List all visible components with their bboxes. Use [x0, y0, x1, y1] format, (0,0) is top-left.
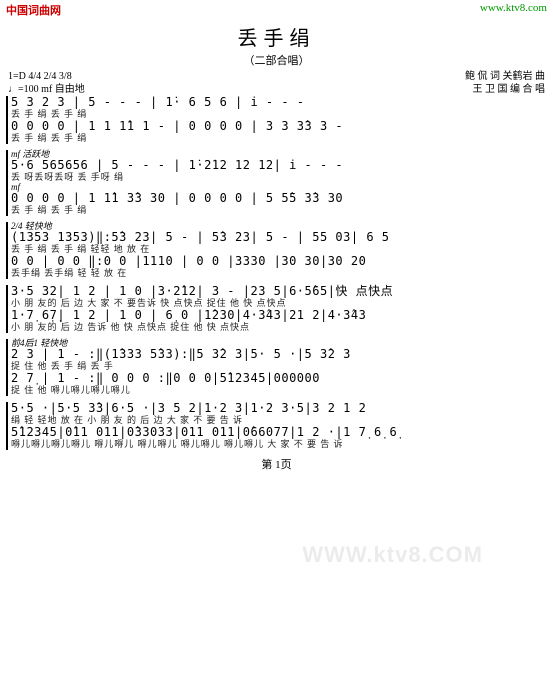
- meta-row: 1=D 4/4 2/4 3/8 ♩=100 mf 自由地 鲍 侃 词 关鹤岩 曲…: [0, 70, 553, 96]
- voice1-notes: (1353 1353)‖:5̂3 23| 5 - | 5̂3 23| 5 - |…: [11, 231, 547, 244]
- system-6: 5·5 ·|5·5 3̂3|6·5 ·|3 5 2|1·2 3|1·2 3·5|…: [6, 402, 547, 450]
- voice1-lyrics: 丢 呀丢呀丢呀 丢 手呀 绢: [11, 172, 547, 183]
- system-3: 2/4 轻快地 (1353 1353)‖:5̂3 23| 5 - | 5̂3 2…: [6, 222, 547, 279]
- meta-left: 1=D 4/4 2/4 3/8 ♩=100 mf 自由地: [8, 70, 85, 96]
- site-left: 中国词曲网: [6, 2, 61, 18]
- song-title: 丢手绢: [0, 22, 553, 51]
- voice2-notes: 0 0 0 0 | 1 1̂1 3̂3 30 | 0 0 0 0 | 5 5̂5…: [11, 192, 547, 205]
- voice2-lyrics: 捉 住 他 嘚儿嘚儿嘚儿嘚儿: [11, 385, 547, 396]
- system-5: 前4后1 轻快地 2 3 | 1 - :‖(1̂333 5̂33):‖5 3̂2…: [6, 339, 547, 396]
- watermark: WWW.ktv8.COM: [302, 542, 483, 568]
- voice2-notes: 1·7̣ 6̣7̣| 1 2 | 1 0 | 6̣ 0 |1̂230|4·3̂4…: [11, 309, 547, 322]
- voice2-notes: 2 7̣ | 1 - :‖ 0 0 0 :‖0 0 0|5̂12345|0000…: [11, 372, 547, 385]
- voice1-notes: 5 3 2 3 | 5 - - - | 1̇· 6 5 6 | i - - -: [11, 96, 547, 109]
- meta-key-time: 1=D 4/4 2/4 3/8: [8, 70, 85, 83]
- meta-credits-2: 王 卫 国 编 合 唱: [465, 83, 545, 96]
- voice2-lyrics: 小 朋 友的 后 边 告诉 他 快 点快点 捉住 他 快 点快点: [11, 322, 547, 333]
- system-4: 3·5 32| 1 2 | 1 0 |3·2̂12| 3 - |23 5|6·5…: [6, 285, 547, 333]
- voice1-notes: 2 3 | 1 - :‖(1̂333 5̂33):‖5 3̂2 3|5· 5 ·…: [11, 348, 547, 361]
- voice2-lyrics: 丢手绢 丢手绢 轻 轻 放 在: [11, 268, 547, 279]
- voice2-lyrics: 丢 手 绢 丢 手 绢: [11, 133, 547, 144]
- meta-right: 鲍 侃 词 关鹤岩 曲 王 卫 国 编 合 唱: [465, 70, 545, 96]
- page-footer: 第 1页: [0, 456, 553, 472]
- voice1-notes: 5·5 ·|5·5 3̂3|6·5 ·|3 5 2|1·2 3|1·2 3·5|…: [11, 402, 547, 415]
- voice1-notes: 3·5 32| 1 2 | 1 0 |3·2̂12| 3 - |23 5|6·5…: [11, 285, 547, 298]
- site-right: www.ktv8.com: [480, 2, 547, 18]
- song-subtitle: （二部合唱）: [0, 52, 553, 68]
- voice2-notes: 0 0 0 0 | 1 1 1̂1 1 - | 0 0 0 0 | 3 3 3̂…: [11, 120, 547, 133]
- top-bar: 中国词曲网 www.ktv8.com: [0, 0, 553, 20]
- meta-credits-1: 鲍 侃 词 关鹤岩 曲: [465, 70, 545, 83]
- voice2-notes: 0 0 | 0 0 ‖:0 0 |1110 | 0 0 |3330 |30 30…: [11, 255, 547, 268]
- voice2-lyrics: 嘚儿嘚儿嘚儿嘚儿 嘚儿嘚儿 嘚儿嘚儿 嘚儿嘚儿 嘚儿嘚儿 大 家 不 要 告 诉: [11, 439, 547, 450]
- voice2-lyrics: 丢 手 绢 丢 手 绢: [11, 205, 547, 216]
- voice2-notes: 5̂12345|0̂11 011|0̂33033|011 011|0̂66077…: [11, 426, 547, 439]
- voice1-notes: 5·6 565656 | 5 - - - | 1̇·2̇12 12 12| i …: [11, 159, 547, 172]
- system-2: mf 活跃地 5·6 565656 | 5 - - - | 1̇·2̇12 12…: [6, 150, 547, 216]
- score: 5 3 2 3 | 5 - - - | 1̇· 6 5 6 | i - - - …: [0, 96, 553, 450]
- system-1: 5 3 2 3 | 5 - - - | 1̇· 6 5 6 | i - - - …: [6, 96, 547, 144]
